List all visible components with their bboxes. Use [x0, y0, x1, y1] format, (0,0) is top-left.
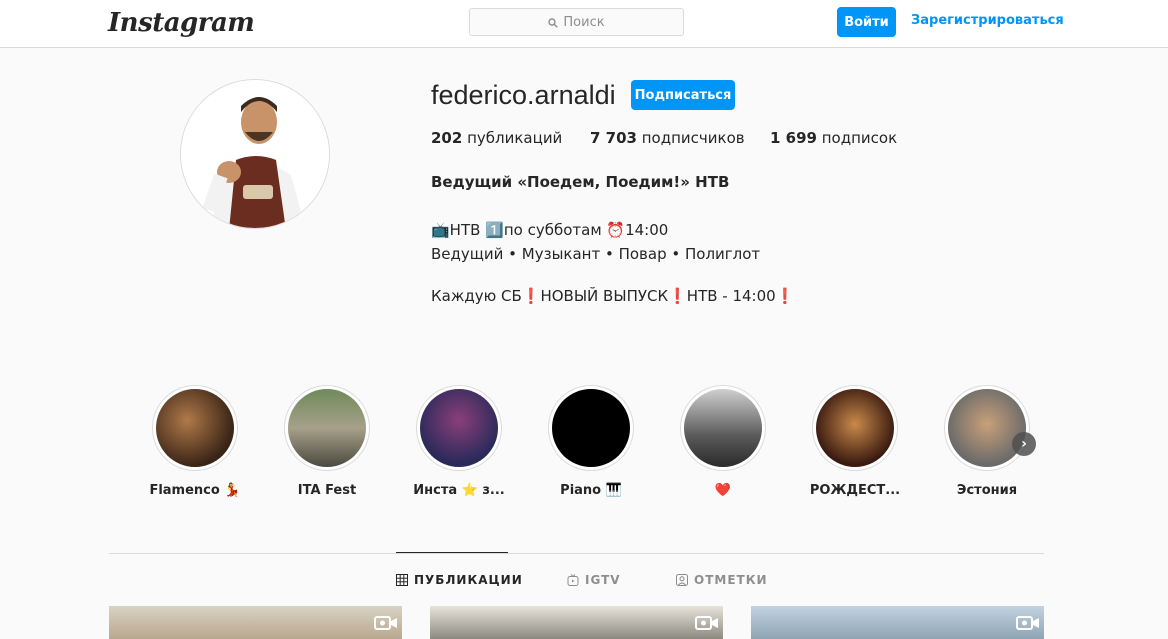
- highlight-ring: [416, 385, 502, 471]
- posts-label: публикаций: [462, 129, 563, 147]
- tab-tagged[interactable]: ОТМЕТКИ: [676, 573, 768, 587]
- follow-button[interactable]: Подписаться: [631, 80, 735, 110]
- following-label: подписок: [816, 129, 898, 147]
- tab-igtv-label: IGTV: [585, 573, 621, 587]
- highlight-ring: [812, 385, 898, 471]
- profile-avatar[interactable]: [180, 79, 330, 229]
- highlight-label: Piano 🎹: [560, 483, 622, 498]
- posts-count: 202: [431, 129, 463, 147]
- following-stat[interactable]: 1 699 подписок: [770, 129, 897, 147]
- highlight-ring: [284, 385, 370, 471]
- highlight-cover: [816, 389, 894, 467]
- tab-posts[interactable]: ПУБЛИКАЦИИ: [396, 573, 523, 587]
- highlight-ring: [680, 385, 766, 471]
- bio-line-3: Каждую СБ❗НОВЫЙ ВЫПУСК❗НТВ - 14:00❗: [431, 287, 795, 305]
- video-icon: [1016, 614, 1040, 632]
- signup-link[interactable]: Зарегистрироваться: [911, 13, 1064, 28]
- profile-full-name: Ведущий «Поедем, Поедим!» НТВ: [431, 173, 730, 191]
- post-thumbnail[interactable]: [109, 606, 402, 639]
- profile-bio: Ведущий «Поедем, Поедим!» НТВ 📺НТВ 1️⃣по…: [431, 170, 951, 308]
- followers-label: подписчиков: [636, 129, 745, 147]
- highlights-next-button[interactable]: ›: [1012, 432, 1036, 456]
- highlight-ita-fest[interactable]: ITA Fest: [277, 385, 377, 498]
- highlight-label: Эстония: [956, 483, 1018, 498]
- grid-icon: [396, 574, 408, 586]
- bio-line-2: Ведущий • Музыкант • Повар • Полиглот: [431, 245, 761, 263]
- tab-igtv[interactable]: IGTV: [567, 573, 621, 587]
- tab-posts-label: ПУБЛИКАЦИИ: [414, 573, 523, 587]
- highlight-cover: [156, 389, 234, 467]
- highlight-cover: [684, 389, 762, 467]
- igtv-icon: [567, 574, 579, 586]
- video-icon: [695, 614, 719, 632]
- chevron-right-icon: ›: [1021, 436, 1027, 452]
- highlight-heart[interactable]: ❤️: [673, 385, 773, 498]
- highlight-cover: [420, 389, 498, 467]
- tagged-icon: [676, 574, 688, 586]
- post-thumbnail[interactable]: [430, 606, 723, 639]
- highlight-label: Flamenco 💃: [149, 483, 241, 498]
- followers-stat[interactable]: 7 703 подписчиков: [590, 129, 745, 147]
- tab-tagged-label: ОТМЕТКИ: [694, 573, 768, 587]
- posts-count-stat: 202 публикаций: [431, 129, 562, 147]
- highlight-ring: [548, 385, 634, 471]
- highlight-cover: [552, 389, 630, 467]
- highlight-label: ❤️: [714, 483, 732, 498]
- highlight-flamenco[interactable]: Flamenco 💃: [145, 385, 245, 498]
- highlight-label: ITA Fest: [297, 483, 357, 498]
- highlight-label: РОЖДЕСТ...: [809, 483, 901, 498]
- active-tab-indicator: [396, 552, 508, 553]
- search-icon: [548, 17, 559, 28]
- highlight-label: Инста ⭐ з...: [413, 483, 505, 498]
- profile-username: federico.arnaldi: [431, 80, 616, 110]
- following-count: 1 699: [770, 129, 817, 147]
- highlight-insta[interactable]: Инста ⭐ з...: [409, 385, 509, 498]
- video-icon: [374, 614, 398, 632]
- highlight-ring: [944, 385, 1030, 471]
- search-placeholder: Поиск: [563, 14, 605, 30]
- tabs-divider: [109, 553, 1044, 554]
- followers-count: 7 703: [590, 129, 637, 147]
- login-button[interactable]: Войти: [837, 7, 896, 37]
- bio-line-1: 📺НТВ 1️⃣по субботам ⏰14:00: [431, 221, 669, 239]
- search-input[interactable]: Поиск: [469, 8, 684, 36]
- top-navigation-bar: Instagram Поиск Войти Зарегистрироваться: [0, 0, 1168, 48]
- highlight-cover: [948, 389, 1026, 467]
- highlight-piano[interactable]: Piano 🎹: [541, 385, 641, 498]
- instagram-logo[interactable]: Instagram: [108, 8, 255, 38]
- highlight-cover: [288, 389, 366, 467]
- post-thumbnail[interactable]: [751, 606, 1044, 639]
- highlight-christmas[interactable]: РОЖДЕСТ...: [805, 385, 905, 498]
- highlight-ring: [152, 385, 238, 471]
